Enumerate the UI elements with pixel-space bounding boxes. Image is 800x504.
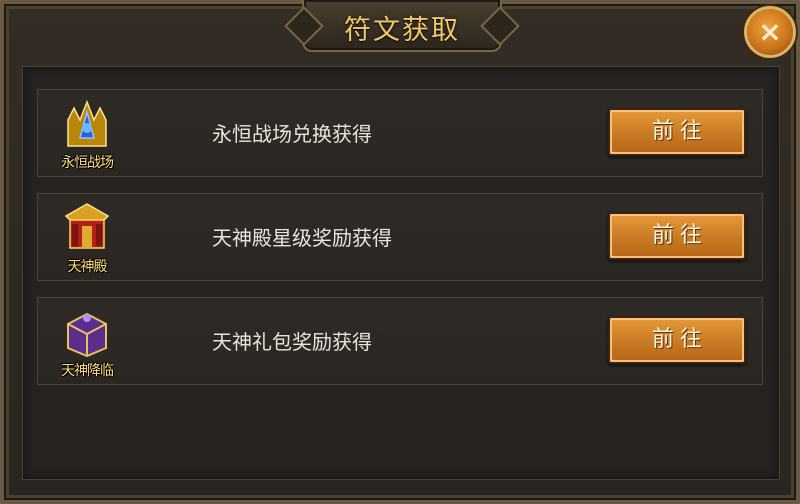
title-plate: 符文获取 bbox=[302, 0, 502, 52]
go-button[interactable]: 前往 bbox=[608, 212, 746, 260]
source-description: 天神殿星级奖励获得 bbox=[212, 226, 392, 250]
go-button[interactable]: 前往 bbox=[608, 316, 746, 364]
icon-caption: 永恒战场 bbox=[61, 155, 114, 171]
close-icon: × bbox=[758, 15, 782, 48]
list-item: 天神殿 天神殿星级奖励获得 前往 bbox=[37, 193, 763, 281]
icon-caption: 天神降临 bbox=[61, 363, 114, 379]
icon-caption: 天神殿 bbox=[67, 259, 108, 275]
sources-panel: 永恒战场 永恒战场兑换获得 前往 天神殿 天神殿星级奖励获得 前往 天神降临 天… bbox=[22, 66, 780, 480]
source-description: 永恒战场兑换获得 bbox=[212, 122, 372, 146]
go-button[interactable]: 前往 bbox=[608, 108, 746, 156]
close-button[interactable]: × bbox=[744, 6, 796, 58]
list-item: 天神降临 天神礼包奖励获得 前往 bbox=[37, 297, 763, 385]
list-item: 永恒战场 永恒战场兑换获得 前往 bbox=[37, 89, 763, 177]
celestial-palace-icon: 天神殿 bbox=[52, 200, 122, 276]
celestial-descent-icon: 天神降临 bbox=[52, 304, 122, 380]
eternal-battlefield-icon: 永恒战场 bbox=[52, 96, 122, 172]
source-description: 天神礼包奖励获得 bbox=[212, 330, 372, 354]
dialog-title: 符文获取 bbox=[344, 15, 460, 46]
